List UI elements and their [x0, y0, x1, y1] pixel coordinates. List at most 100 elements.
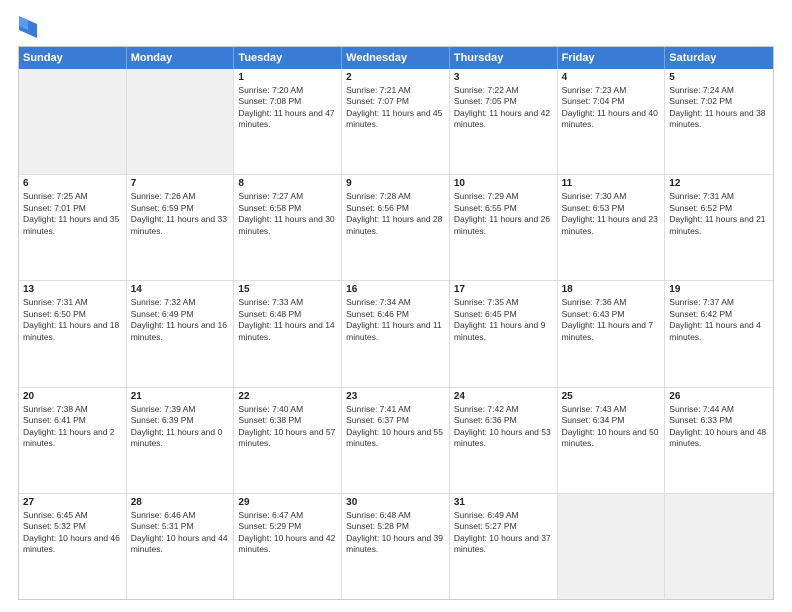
day-cell-27: 27Sunrise: 6:45 AM Sunset: 5:32 PM Dayli… [19, 494, 127, 599]
day-number: 23 [346, 391, 445, 402]
day-number: 25 [562, 391, 661, 402]
day-info: Sunrise: 7:33 AM Sunset: 6:48 PM Dayligh… [238, 297, 337, 343]
day-number: 4 [562, 72, 661, 83]
day-number: 7 [131, 178, 230, 189]
header [18, 18, 774, 36]
day-number: 22 [238, 391, 337, 402]
day-info: Sunrise: 7:32 AM Sunset: 6:49 PM Dayligh… [131, 297, 230, 343]
day-number: 8 [238, 178, 337, 189]
day-cell-15: 15 Sunrise: 7:33 AM Sunset: 6:48 PM Dayli… [234, 281, 342, 386]
day-info: Sunrise: 6:45 AM Sunset: 5:32 PM Dayligh… [23, 510, 122, 556]
day-number: 5 [669, 72, 769, 83]
day-cell-2: 2 Sunrise: 7:21 AM Sunset: 7:07 PM Daylig… [342, 69, 450, 174]
day-cell-11: 11Sunrise: 7:30 AM Sunset: 6:53 PM Dayli… [558, 175, 666, 280]
day-cell-17: 17 Sunrise: 7:35 AM Sunset: 6:45 PM Dayli… [450, 281, 558, 386]
day-info: Sunrise: 7:29 AM Sunset: 6:55 PM Dayligh… [454, 191, 553, 237]
empty-cell [19, 69, 127, 174]
logo-icon [19, 16, 37, 38]
day-info: Sunrise: 6:47 AM Sunset: 5:29 PM Dayligh… [238, 510, 337, 556]
day-number: 9 [346, 178, 445, 189]
header-day-monday: Monday [127, 47, 235, 69]
day-cell-22: 22 Sunrise: 7:40 AM Sunset: 6:38 PM Dayli… [234, 388, 342, 493]
day-cell-24: 24Sunrise: 7:42 AM Sunset: 6:36 PM Dayli… [450, 388, 558, 493]
calendar-row-2: 13 Sunrise: 7:31 AM Sunset: 6:50 PM Dayli… [19, 280, 773, 386]
day-info: Sunrise: 7:31 AM Sunset: 6:50 PM Dayligh… [23, 297, 122, 343]
day-number: 3 [454, 72, 553, 83]
day-cell-19: 19Sunrise: 7:37 AM Sunset: 6:42 PM Dayli… [665, 281, 773, 386]
empty-cell [558, 494, 666, 599]
day-info: Sunrise: 7:40 AM Sunset: 6:38 PM Dayligh… [238, 404, 337, 450]
calendar-header: SundayMondayTuesdayWednesdayThursdayFrid… [19, 47, 773, 69]
day-cell-4: 4 Sunrise: 7:23 AM Sunset: 7:04 PM Daylig… [558, 69, 666, 174]
day-info: Sunrise: 7:30 AM Sunset: 6:53 PM Dayligh… [562, 191, 661, 237]
day-info: Sunrise: 7:21 AM Sunset: 7:07 PM Dayligh… [346, 85, 445, 131]
day-info: Sunrise: 7:39 AM Sunset: 6:39 PM Dayligh… [131, 404, 230, 450]
empty-cell [665, 494, 773, 599]
day-cell-26: 26Sunrise: 7:44 AM Sunset: 6:33 PM Dayli… [665, 388, 773, 493]
header-day-sunday: Sunday [19, 47, 127, 69]
day-info: Sunrise: 7:22 AM Sunset: 7:05 PM Dayligh… [454, 85, 553, 131]
day-number: 29 [238, 497, 337, 508]
day-number: 26 [669, 391, 769, 402]
day-cell-31: 31 Sunrise: 6:49 AM Sunset: 5:27 PM Dayli… [450, 494, 558, 599]
day-info: Sunrise: 7:35 AM Sunset: 6:45 PM Dayligh… [454, 297, 553, 343]
logo-text [18, 18, 37, 40]
day-number: 28 [131, 497, 230, 508]
day-info: Sunrise: 7:23 AM Sunset: 7:04 PM Dayligh… [562, 85, 661, 131]
calendar: SundayMondayTuesdayWednesdayThursdayFrid… [18, 46, 774, 600]
logo [18, 18, 37, 36]
header-day-thursday: Thursday [450, 47, 558, 69]
day-info: Sunrise: 7:43 AM Sunset: 6:34 PM Dayligh… [562, 404, 661, 450]
empty-cell [127, 69, 235, 174]
day-info: Sunrise: 7:42 AM Sunset: 6:36 PM Dayligh… [454, 404, 553, 450]
day-info: Sunrise: 7:31 AM Sunset: 6:52 PM Dayligh… [669, 191, 769, 237]
day-cell-21: 21 Sunrise: 7:39 AM Sunset: 6:39 PM Dayli… [127, 388, 235, 493]
day-number: 31 [454, 497, 553, 508]
day-info: Sunrise: 7:26 AM Sunset: 6:59 PM Dayligh… [131, 191, 230, 237]
day-cell-7: 7 Sunrise: 7:26 AM Sunset: 6:59 PM Daylig… [127, 175, 235, 280]
day-cell-23: 23Sunrise: 7:41 AM Sunset: 6:37 PM Dayli… [342, 388, 450, 493]
day-info: Sunrise: 6:46 AM Sunset: 5:31 PM Dayligh… [131, 510, 230, 556]
day-number: 6 [23, 178, 122, 189]
day-cell-16: 16Sunrise: 7:34 AM Sunset: 6:46 PM Dayli… [342, 281, 450, 386]
day-info: Sunrise: 6:49 AM Sunset: 5:27 PM Dayligh… [454, 510, 553, 556]
day-cell-29: 29 Sunrise: 6:47 AM Sunset: 5:29 PM Dayli… [234, 494, 342, 599]
day-info: Sunrise: 7:20 AM Sunset: 7:08 PM Dayligh… [238, 85, 337, 131]
day-info: Sunrise: 7:24 AM Sunset: 7:02 PM Dayligh… [669, 85, 769, 131]
day-info: Sunrise: 7:36 AM Sunset: 6:43 PM Dayligh… [562, 297, 661, 343]
day-cell-12: 12 Sunrise: 7:31 AM Sunset: 6:52 PM Dayli… [665, 175, 773, 280]
day-number: 12 [669, 178, 769, 189]
day-number: 1 [238, 72, 337, 83]
header-day-wednesday: Wednesday [342, 47, 450, 69]
day-cell-1: 1 Sunrise: 7:20 AM Sunset: 7:08 PM Daylig… [234, 69, 342, 174]
day-cell-10: 10 Sunrise: 7:29 AM Sunset: 6:55 PM Dayli… [450, 175, 558, 280]
day-number: 18 [562, 284, 661, 295]
day-number: 21 [131, 391, 230, 402]
day-cell-25: 25 Sunrise: 7:43 AM Sunset: 6:34 PM Dayli… [558, 388, 666, 493]
day-info: Sunrise: 7:25 AM Sunset: 7:01 PM Dayligh… [23, 191, 122, 237]
day-info: Sunrise: 7:38 AM Sunset: 6:41 PM Dayligh… [23, 404, 122, 450]
day-number: 17 [454, 284, 553, 295]
day-info: Sunrise: 7:27 AM Sunset: 6:58 PM Dayligh… [238, 191, 337, 237]
day-info: Sunrise: 6:48 AM Sunset: 5:28 PM Dayligh… [346, 510, 445, 556]
day-cell-28: 28 Sunrise: 6:46 AM Sunset: 5:31 PM Dayli… [127, 494, 235, 599]
day-info: Sunrise: 7:28 AM Sunset: 6:56 PM Dayligh… [346, 191, 445, 237]
calendar-row-4: 27Sunrise: 6:45 AM Sunset: 5:32 PM Dayli… [19, 493, 773, 599]
day-cell-30: 30 Sunrise: 6:48 AM Sunset: 5:28 PM Dayli… [342, 494, 450, 599]
day-cell-9: 9 Sunrise: 7:28 AM Sunset: 6:56 PM Daylig… [342, 175, 450, 280]
day-number: 15 [238, 284, 337, 295]
day-number: 10 [454, 178, 553, 189]
header-day-tuesday: Tuesday [234, 47, 342, 69]
header-day-saturday: Saturday [665, 47, 773, 69]
calendar-row-1: 6 Sunrise: 7:25 AM Sunset: 7:01 PM Daylig… [19, 174, 773, 280]
day-number: 13 [23, 284, 122, 295]
day-cell-13: 13 Sunrise: 7:31 AM Sunset: 6:50 PM Dayli… [19, 281, 127, 386]
day-number: 16 [346, 284, 445, 295]
day-number: 19 [669, 284, 769, 295]
page: SundayMondayTuesdayWednesdayThursdayFrid… [0, 0, 792, 612]
day-number: 30 [346, 497, 445, 508]
day-number: 2 [346, 72, 445, 83]
calendar-body: 1 Sunrise: 7:20 AM Sunset: 7:08 PM Daylig… [19, 69, 773, 599]
header-day-friday: Friday [558, 47, 666, 69]
day-cell-14: 14Sunrise: 7:32 AM Sunset: 6:49 PM Dayli… [127, 281, 235, 386]
